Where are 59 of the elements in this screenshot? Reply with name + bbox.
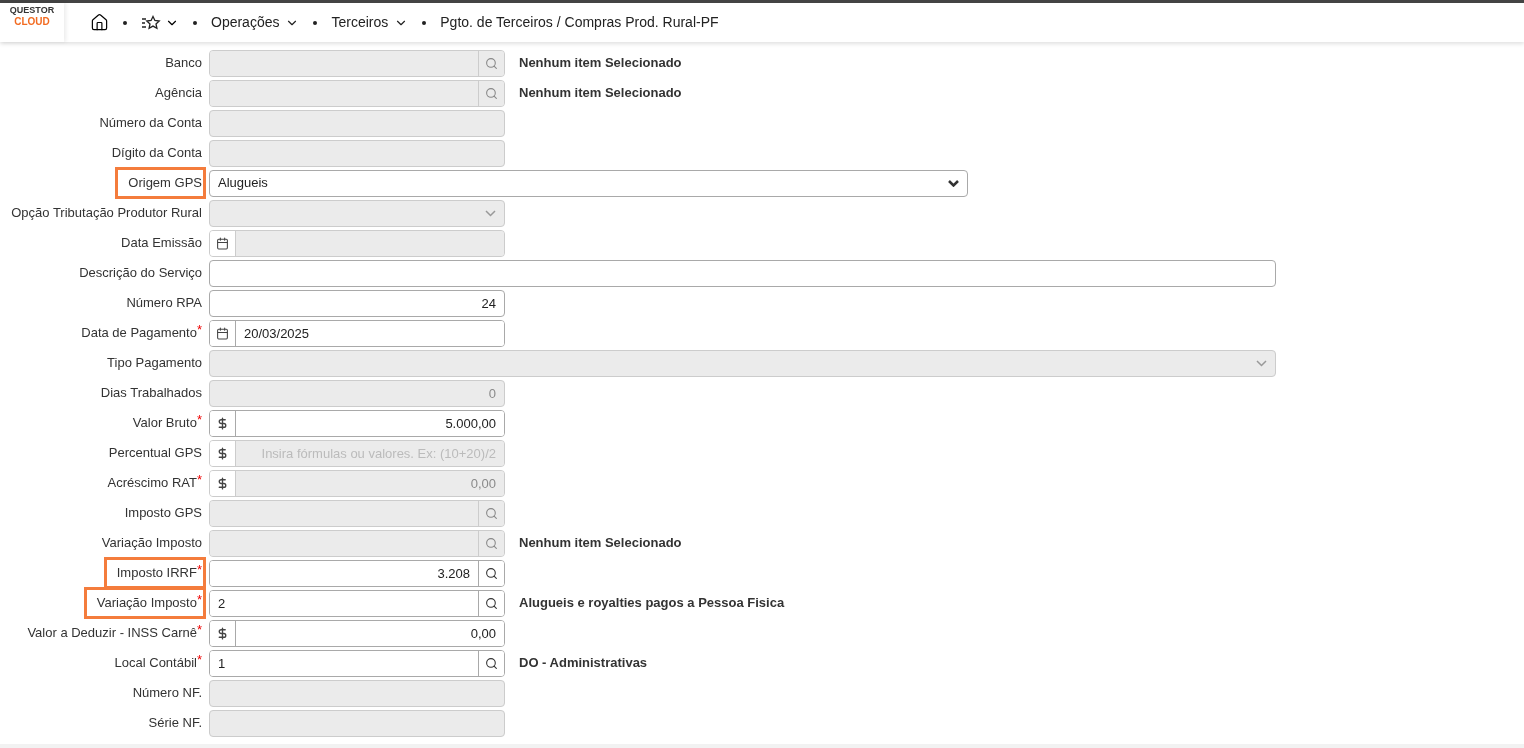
dollar-icon [210,410,236,436]
field-label: Dias Trabalhados [100,384,202,403]
lookup-description: Nenhum item Selecionado [519,84,682,103]
date-field[interactable]: 20/03/2025 [209,319,505,347]
field-label: Série NF. [148,714,202,733]
field-label: Valor Bruto [132,414,197,433]
search-icon[interactable] [478,650,504,676]
lookup-field[interactable]: 2 [209,589,505,617]
dollar-icon [210,620,236,646]
breadcrumb-menu[interactable]: Terceiros [327,12,413,33]
field-label: Banco [165,54,202,73]
field-label: Data Emissão [121,234,202,253]
field-label: Imposto GPS [124,504,202,523]
chevron-down-icon [485,209,496,217]
field-label: Imposto IRRF [116,564,197,583]
field-label: Número da Conta [99,114,202,133]
field-label: Origem GPS [128,174,202,193]
required-mark: * [196,623,202,637]
star-list-icon [141,14,161,31]
lookup-description: Nenhum item Selecionado [519,54,682,73]
dollar-icon [210,470,236,496]
field-label: Opção Tributação Produtor Rural [11,204,202,223]
calendar-icon[interactable] [210,320,236,346]
breadcrumb-menu[interactable]: Operações [207,12,304,33]
field-label: Variação Imposto [101,534,202,553]
input-field[interactable] [209,259,1276,287]
search-icon[interactable] [478,560,504,586]
chevron-down-icon [948,179,959,187]
field-label: Valor a Deduzir - INSS Carnê [27,624,197,643]
field-label: Dígito da Conta [111,144,202,163]
field-label: Número RPA [126,294,202,313]
field-label: Descrição do Serviço [79,264,202,283]
lookup-description: DO - Administrativas [519,654,648,673]
required-mark: * [196,323,202,337]
field-label: Número NF. [132,684,202,703]
input-field[interactable]: 24 [209,289,505,317]
required-mark: * [196,563,202,577]
dollar-icon [210,440,236,466]
field-label: Agência [155,84,202,103]
required-mark: * [196,413,202,427]
currency-field[interactable]: 5.000,00 [209,409,505,437]
field-label: Percentual GPS [108,444,202,463]
lookup-field[interactable]: 3.208 [209,559,505,587]
dropdown-field[interactable]: Alugueis [209,169,968,197]
required-mark: * [196,473,202,487]
chevron-down-icon [1256,359,1267,367]
field-label: Data de Pagamento [81,324,197,343]
field-label: Acréscimo RAT [107,474,197,493]
field-label: Tipo Pagamento [107,354,202,373]
lookup-description: Nenhum item Selecionado [519,534,682,553]
required-mark: * [196,593,202,607]
breadcrumb-current: Pgto. de Terceiros / Compras Prod. Rural-PF [439,13,720,32]
search-icon[interactable] [478,590,504,616]
currency-field[interactable]: 0,00 [209,619,505,647]
lookup-description: Alugueis e royalties pagos a Pessoa Fisica [519,594,785,613]
field-label: Variação Imposto [96,594,197,613]
required-mark: * [196,653,202,667]
field-label: Local Contábil [114,654,197,673]
lookup-field[interactable]: 1 [209,649,505,677]
